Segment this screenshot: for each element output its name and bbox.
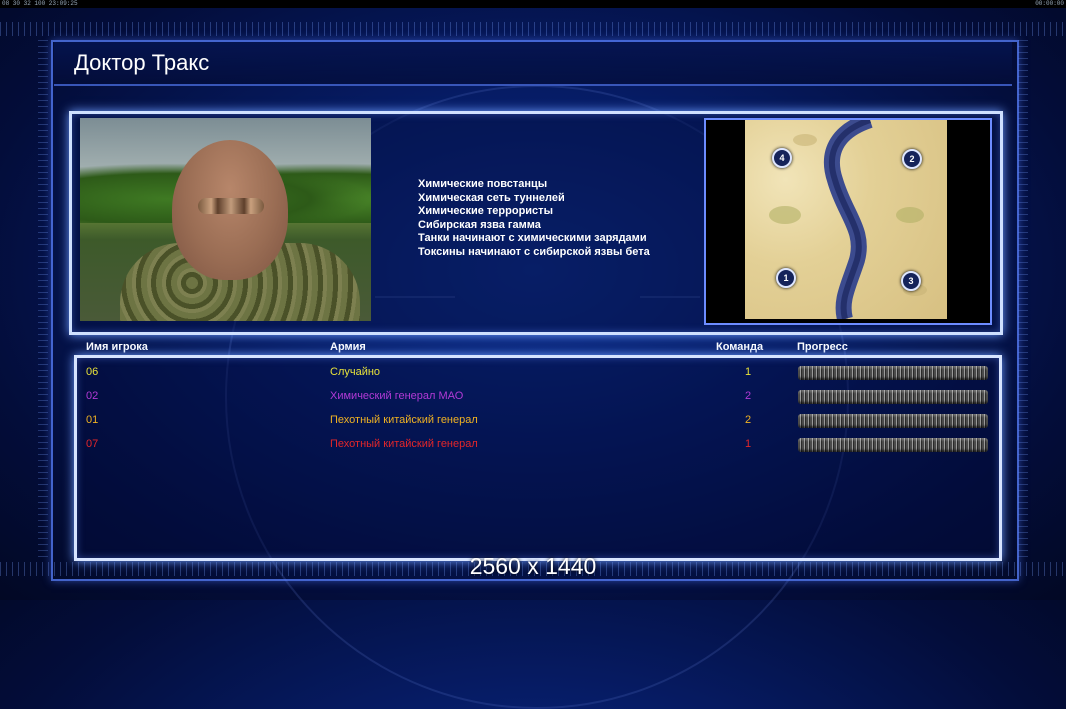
- clock-right: 00:00:00: [1035, 0, 1064, 7]
- team-cell: 1: [745, 438, 752, 450]
- page-title: Доктор Тракс: [74, 50, 210, 75]
- portrait-eyes: [198, 198, 264, 214]
- right-ruler: [1018, 40, 1028, 560]
- trait-item: Химические террористы: [418, 205, 553, 217]
- spawn-point[interactable]: 2: [902, 149, 922, 169]
- top-ruler: [0, 22, 1066, 36]
- trait-item: Токсины начинают с сибирской язвы бета: [418, 245, 650, 258]
- progress-bar: [798, 414, 988, 428]
- progress-bar: [798, 366, 988, 380]
- left-ruler: [38, 40, 48, 560]
- map-preview: 4 2 1 3: [745, 120, 947, 319]
- spawn-point[interactable]: 4: [772, 148, 792, 168]
- team-cell: 1: [745, 366, 752, 378]
- player-name-cell: 02: [86, 390, 99, 402]
- top-status-bar: 08 30 32 100 23:09:25 00:00:00: [0, 0, 1066, 8]
- table-row: 07 Пехотный китайский генерал 1: [0, 438, 1066, 456]
- general-traits-list: Химические повстанцы Химическая сеть тун…: [418, 178, 650, 259]
- army-cell: Химический генерал МАО: [330, 390, 464, 402]
- army-cell: Пехотный китайский генерал: [330, 438, 478, 450]
- player-name-cell: 01: [86, 414, 99, 426]
- progress-bar: [798, 390, 988, 404]
- table-row: 06 Случайно 1: [0, 366, 1066, 384]
- resolution-label: 2560 x 1440: [469, 553, 597, 579]
- trait-item: Химические повстанцы: [418, 178, 548, 190]
- trait-item: Танки начинают с химическими зарядами: [418, 232, 647, 244]
- team-cell: 2: [745, 390, 752, 402]
- army-cell: Случайно: [330, 366, 381, 378]
- trait-item: Сибирская язва гамма: [418, 218, 541, 231]
- header-team: Команда: [716, 341, 764, 353]
- player-name-cell: 06: [86, 366, 99, 378]
- team-cell: 2: [745, 414, 752, 426]
- table-row: 02 Химический генерал МАО 2: [0, 390, 1066, 408]
- spawn-point[interactable]: 1: [776, 268, 796, 288]
- spawn-point[interactable]: 3: [901, 271, 921, 291]
- clock-left: 08 30 32 100 23:09:25: [2, 0, 78, 7]
- progress-bar: [798, 438, 988, 452]
- header-player-name: Имя игрока: [86, 341, 148, 353]
- trait-item: Химическая сеть туннелей: [418, 191, 565, 204]
- header-progress: Прогресс: [797, 341, 848, 353]
- general-portrait: [80, 118, 371, 321]
- header-army: Армия: [330, 341, 366, 353]
- player-name-cell: 07: [86, 438, 99, 450]
- table-row: 01 Пехотный китайский генерал 2: [0, 414, 1066, 432]
- players-table-panel: [74, 355, 1002, 561]
- army-cell: Пехотный китайский генерал: [330, 414, 478, 426]
